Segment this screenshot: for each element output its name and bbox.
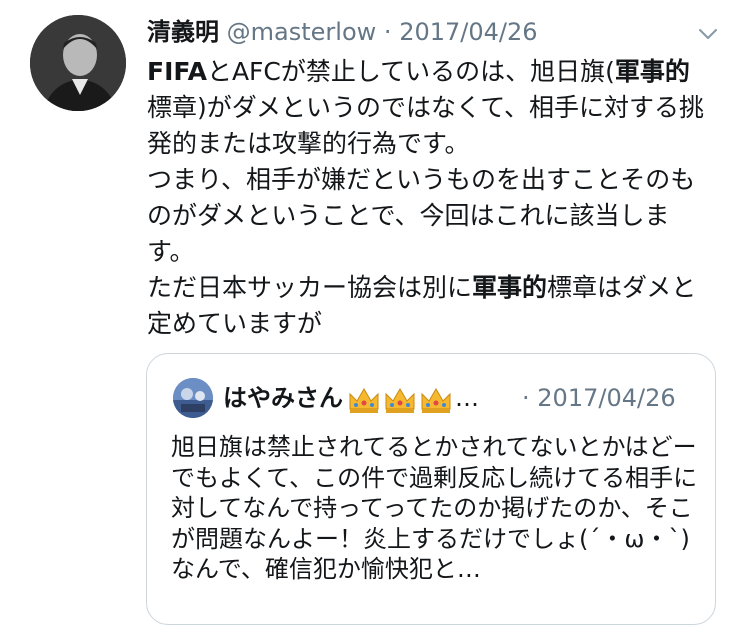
avatar-image <box>30 15 126 111</box>
user-handle[interactable]: @masterlow <box>227 18 377 46</box>
quoted-date-group: · 2017/04/26 <box>522 378 676 418</box>
quoted-header: はやみさん … <box>223 378 479 418</box>
tweet-date[interactable]: 2017/04/26 <box>399 18 537 46</box>
quoted-separator: · <box>522 384 530 412</box>
avatar[interactable] <box>30 15 126 111</box>
tweet-text-bold: 軍事的 <box>472 273 548 302</box>
quoted-avatar <box>173 378 213 418</box>
display-name[interactable]: 清義明 <box>147 18 219 46</box>
chevron-down-icon[interactable] <box>696 22 720 46</box>
quoted-date: 2017/04/26 <box>537 384 676 412</box>
crown-icon <box>347 379 455 419</box>
quoted-display-name: はやみさん <box>223 384 343 412</box>
tweet-text-segment: とAFCが禁止しているのは、旭日旗( <box>206 57 615 86</box>
tweet-text-segment: 標章)がダメというのではなくて、相手に対する挑発的または攻撃的行為です。 つまり… <box>147 93 705 302</box>
tweet-text: FIFAとAFCが禁止しているのは、旭日旗(軍事的標章)がダメというのではなくて… <box>147 54 707 342</box>
quoted-text: 旭日旗は禁止されてるとかされてないとかはどーでもよくて、この件で過剰反応し続けて… <box>171 433 698 583</box>
quoted-name-ellipsis: … <box>455 384 479 412</box>
tweet-text-bold: 軍事的 <box>614 57 690 86</box>
tweet-text-bold: FIFA <box>147 57 207 86</box>
header-separator: · <box>383 18 392 46</box>
quoted-tweet[interactable]: はやみさん … · 2017/04/26 旭日旗は禁止されてるとかされてないとかは… <box>146 353 716 625</box>
tweet-header: 清義明 @masterlow · 2017/04/26 <box>147 14 538 50</box>
